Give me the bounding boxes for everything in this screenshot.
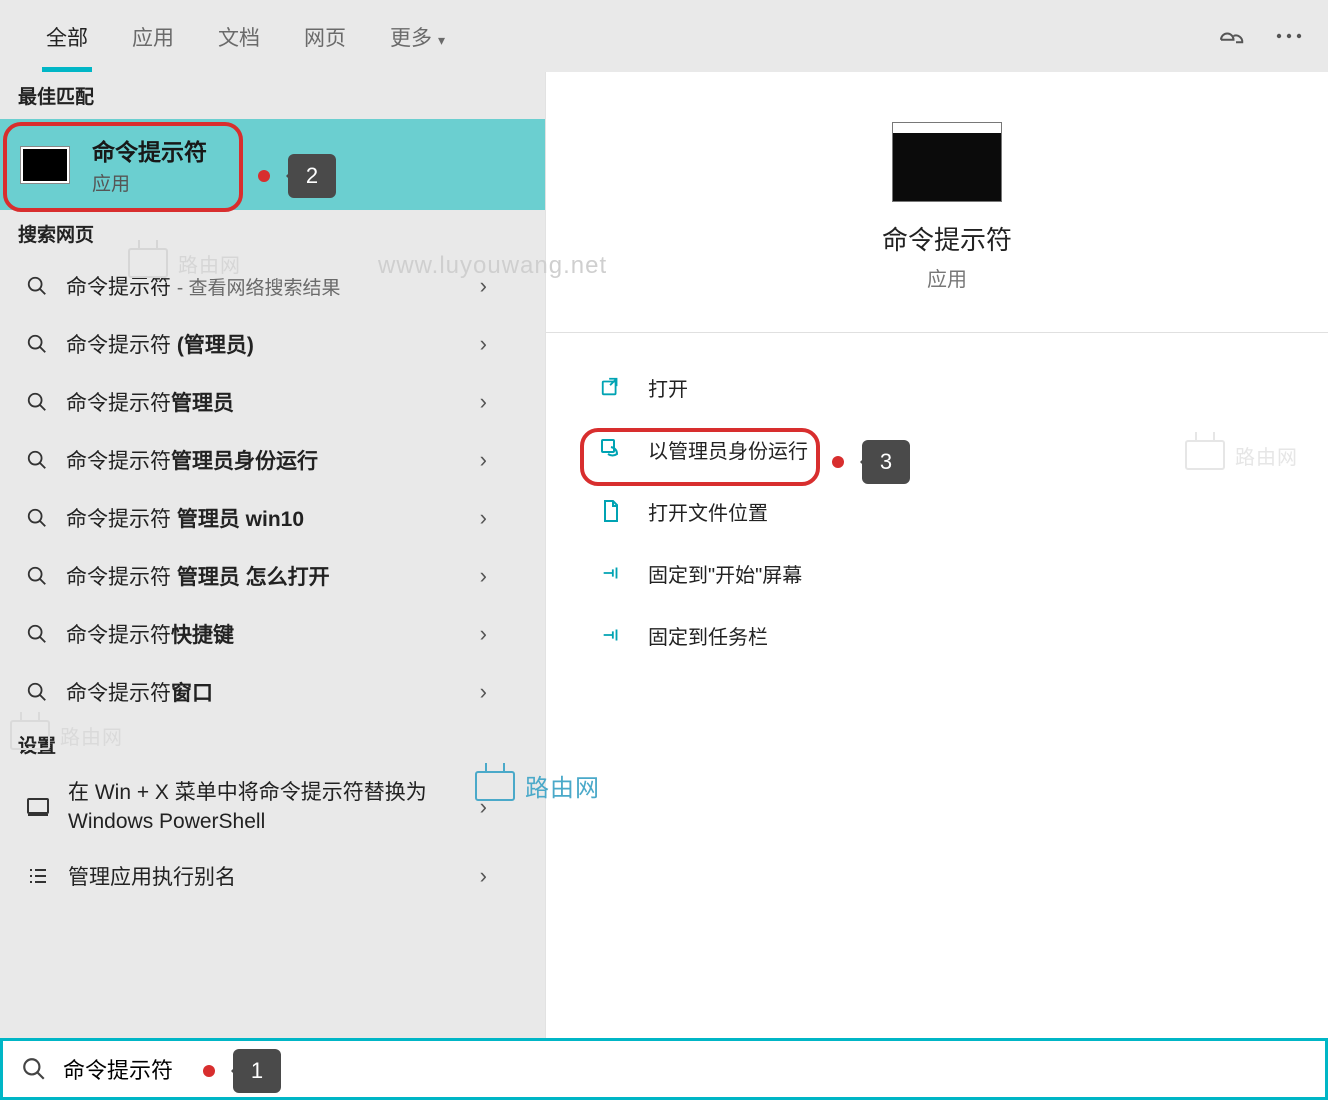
web-result[interactable]: 命令提示符 管理员 怎么打开 ›	[0, 547, 545, 605]
web-result[interactable]: 命令提示符管理员 ›	[0, 373, 545, 431]
web-result[interactable]: 命令提示符窗口 ›	[0, 663, 545, 721]
search-icon	[21, 1056, 47, 1082]
search-icon	[26, 391, 48, 413]
web-result[interactable]: 命令提示符 管理员 win10 ›	[0, 489, 545, 547]
chevron-down-icon: ▾	[438, 32, 445, 48]
web-result[interactable]: 命令提示符管理员身份运行 ›	[0, 431, 545, 489]
chevron-right-icon: ›	[480, 679, 527, 705]
tab-apps[interactable]: 应用	[110, 2, 196, 70]
search-icon	[26, 623, 48, 645]
action-open[interactable]: 打开	[594, 363, 1308, 411]
file-icon	[598, 499, 624, 523]
section-best-match: 最佳匹配	[0, 72, 545, 119]
search-input[interactable]	[63, 1056, 363, 1082]
cmd-icon	[20, 146, 70, 184]
settings-item-powershell[interactable]: 在 Win + X 菜单中将命令提示符替换为 Windows PowerShel…	[0, 768, 545, 847]
chevron-right-icon: ›	[480, 273, 527, 299]
chevron-right-icon: ›	[480, 794, 527, 820]
feedback-icon[interactable]	[1216, 21, 1246, 51]
divider	[546, 332, 1328, 333]
best-match-title: 命令提示符	[92, 133, 207, 167]
search-icon	[26, 449, 48, 471]
tab-web[interactable]: 网页	[282, 2, 368, 70]
shield-icon	[598, 437, 624, 461]
best-match-result[interactable]: 命令提示符 应用	[0, 119, 545, 210]
action-open-location[interactable]: 打开文件位置	[594, 487, 1308, 535]
chevron-right-icon: ›	[480, 331, 527, 357]
cmd-icon-large	[892, 122, 1002, 202]
action-pin-taskbar[interactable]: 固定到任务栏	[594, 611, 1308, 659]
chevron-right-icon: ›	[480, 389, 527, 415]
best-match-subtitle: 应用	[92, 169, 207, 196]
results-column: 最佳匹配 命令提示符 应用 2 搜索网页 命令提示符 - 查看网络	[0, 72, 545, 1038]
chevron-right-icon: ›	[480, 447, 527, 473]
search-icon	[26, 333, 48, 355]
app-subtitle: 应用	[586, 263, 1308, 292]
chevron-right-icon: ›	[480, 563, 527, 589]
monitor-icon	[26, 797, 50, 817]
chevron-right-icon: ›	[480, 863, 527, 889]
section-settings: 设置	[0, 721, 545, 768]
search-icon	[26, 275, 48, 297]
tab-documents[interactable]: 文档	[196, 2, 282, 70]
tab-more[interactable]: 更多▾	[368, 2, 467, 70]
app-title: 命令提示符	[586, 220, 1308, 257]
list-icon	[26, 866, 50, 886]
chevron-right-icon: ›	[480, 505, 527, 531]
search-icon	[26, 681, 48, 703]
details-panel: 命令提示符 应用 打开 以管理员身份运行	[545, 72, 1328, 1038]
top-tabs: 全部 应用 文档 网页 更多▾	[0, 0, 1328, 72]
chevron-right-icon: ›	[480, 621, 527, 647]
web-result[interactable]: 命令提示符 (管理员) ›	[0, 315, 545, 373]
action-run-admin[interactable]: 以管理员身份运行	[594, 425, 1308, 473]
settings-item-aliases[interactable]: 管理应用执行别名 ›	[0, 847, 545, 905]
web-result[interactable]: 命令提示符快捷键 ›	[0, 605, 545, 663]
tab-all[interactable]: 全部	[24, 2, 110, 70]
search-bar: 1	[0, 1038, 1328, 1100]
web-result[interactable]: 命令提示符 - 查看网络搜索结果 ›	[0, 257, 545, 315]
action-pin-start[interactable]: 固定到"开始"屏幕	[594, 549, 1308, 597]
pin-icon	[598, 624, 624, 646]
open-icon	[598, 376, 624, 398]
pin-icon	[598, 562, 624, 584]
more-options-icon[interactable]	[1274, 32, 1304, 40]
section-search-web: 搜索网页	[0, 210, 545, 257]
search-icon	[26, 507, 48, 529]
search-icon	[26, 565, 48, 587]
